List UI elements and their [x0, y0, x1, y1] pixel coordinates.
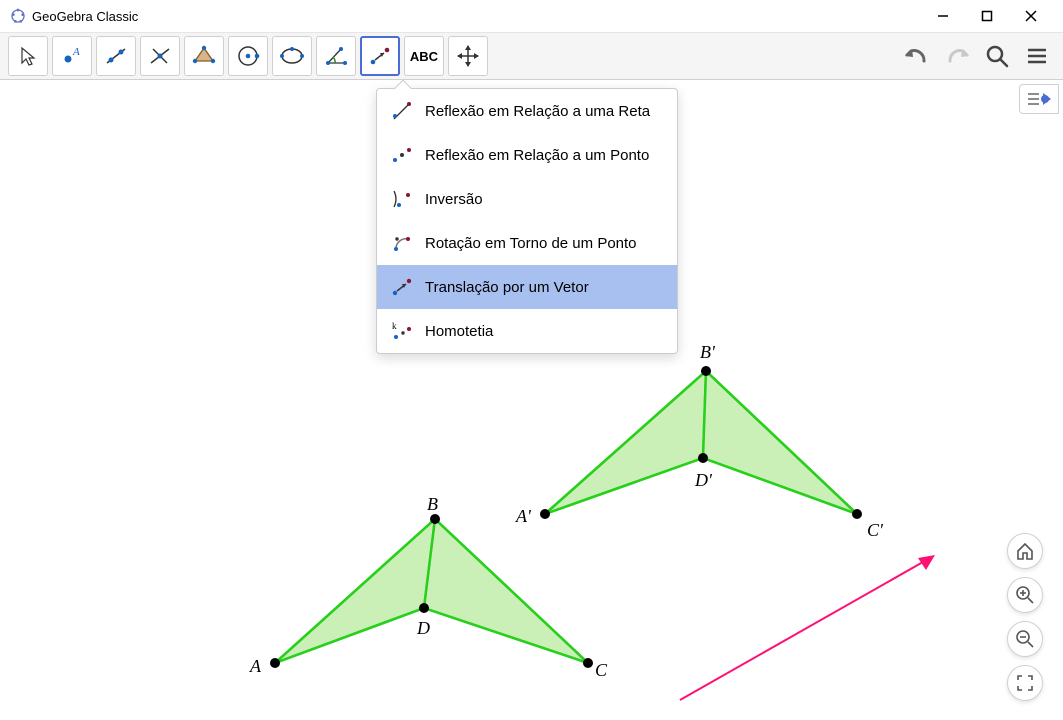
transform-tool-dropdown: Reflexão em Relação a uma Reta Reflexão …: [376, 88, 678, 354]
point-b[interactable]: [430, 514, 440, 524]
point-c-prime[interactable]: [852, 509, 862, 519]
home-button[interactable]: [1007, 533, 1043, 569]
point-c[interactable]: [583, 658, 593, 668]
rotate-icon: [389, 230, 415, 256]
label-c: C: [595, 660, 607, 681]
label-a: A: [250, 656, 261, 677]
menu-inversion[interactable]: Inversão: [377, 177, 677, 221]
translate-icon: [389, 274, 415, 300]
menu-reflect-point[interactable]: Reflexão em Relação a um Ponto: [377, 133, 677, 177]
app-title: GeoGebra Classic: [32, 9, 138, 24]
inversion-icon: [389, 186, 415, 212]
menu-dilate[interactable]: k Homotetia: [377, 309, 677, 353]
point-d-prime[interactable]: [698, 453, 708, 463]
svg-text:A: A: [72, 46, 80, 58]
point-a-prime[interactable]: [540, 509, 550, 519]
menu-button[interactable]: [1017, 36, 1057, 76]
label-d-prime: D': [695, 470, 712, 491]
redo-button[interactable]: [937, 36, 977, 76]
app-logo-icon: [10, 8, 26, 24]
menu-inversion-label: Inversão: [425, 191, 483, 208]
translation-vector[interactable]: [680, 558, 930, 700]
text-tool[interactable]: ABC: [404, 36, 444, 76]
zoom-in-button[interactable]: [1007, 577, 1043, 613]
line-tool[interactable]: [96, 36, 136, 76]
move-tool[interactable]: [8, 36, 48, 76]
reflect-line-icon: [389, 98, 415, 124]
zoom-out-button[interactable]: [1007, 621, 1043, 657]
maximize-button[interactable]: [965, 2, 1009, 30]
menu-rotate-label: Rotação em Torno de um Ponto: [425, 235, 637, 252]
angle-tool[interactable]: [316, 36, 356, 76]
toolbar: A ABC: [0, 32, 1063, 80]
label-d: D: [417, 618, 430, 639]
label-a-prime: A': [516, 506, 531, 527]
text-tool-label: ABC: [410, 49, 438, 64]
point-tool[interactable]: A: [52, 36, 92, 76]
fullscreen-button[interactable]: [1007, 665, 1043, 701]
conic-tool[interactable]: [272, 36, 312, 76]
label-b: B: [427, 494, 438, 515]
undo-button[interactable]: [897, 36, 937, 76]
menu-reflect-point-label: Reflexão em Relação a um Ponto: [425, 147, 649, 164]
search-button[interactable]: [977, 36, 1017, 76]
titlebar: GeoGebra Classic: [0, 0, 1063, 32]
minimize-button[interactable]: [921, 2, 965, 30]
menu-translate[interactable]: Translação por um Vetor: [377, 265, 677, 309]
menu-reflect-line-label: Reflexão em Relação a uma Reta: [425, 103, 650, 120]
point-b-prime[interactable]: [701, 366, 711, 376]
polygon-tool[interactable]: [184, 36, 224, 76]
svg-text:k: k: [392, 321, 397, 331]
dilate-icon: k: [389, 318, 415, 344]
close-button[interactable]: [1009, 2, 1053, 30]
move-view-tool[interactable]: [448, 36, 488, 76]
transform-tool[interactable]: [360, 36, 400, 76]
stylebar-toggle[interactable]: [1019, 84, 1059, 114]
menu-reflect-line[interactable]: Reflexão em Relação a uma Reta: [377, 89, 677, 133]
point-a[interactable]: [270, 658, 280, 668]
menu-rotate[interactable]: Rotação em Torno de um Ponto: [377, 221, 677, 265]
circle-tool[interactable]: [228, 36, 268, 76]
label-c-prime: C': [867, 520, 883, 541]
menu-translate-label: Translação por um Vetor: [425, 279, 589, 296]
reflect-point-icon: [389, 142, 415, 168]
menu-dilate-label: Homotetia: [425, 323, 493, 340]
perpendicular-tool[interactable]: [140, 36, 180, 76]
point-d[interactable]: [419, 603, 429, 613]
label-b-prime: B': [700, 342, 715, 363]
